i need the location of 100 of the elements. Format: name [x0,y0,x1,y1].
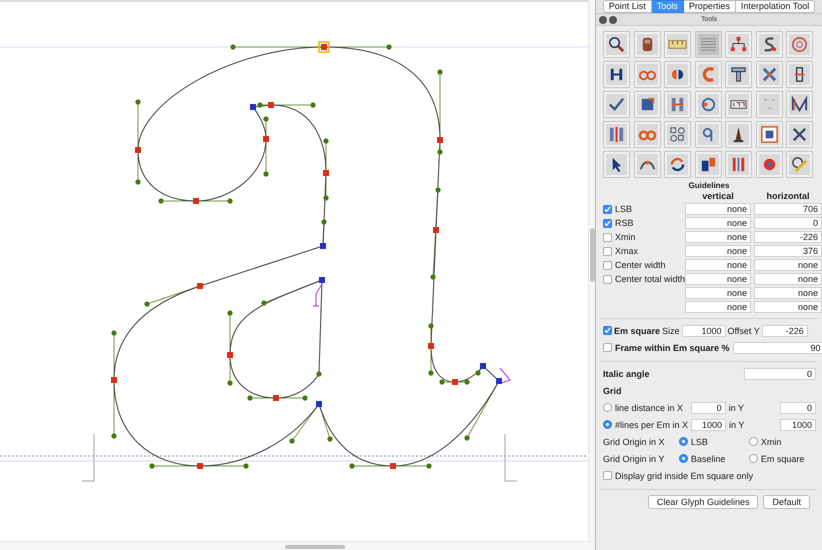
tool-button[interactable] [725,91,752,118]
option-label: Baseline [690,454,726,464]
checkbox[interactable] [603,260,612,270]
tool-button[interactable] [603,151,630,178]
radio-button[interactable] [678,437,688,446]
push-button[interactable]: Clear Glyph Guidelines [648,495,758,509]
guideline-label: Center total width [615,274,686,284]
tool-button[interactable] [694,151,722,178]
value-field[interactable]: 1000 [682,324,726,336]
radio-button[interactable] [748,437,758,446]
radio-button[interactable] [603,420,612,429]
value-field[interactable]: -226 [762,324,808,336]
field-label: Offset Y [728,326,760,336]
framed-square-icon [760,125,778,144]
value-field[interactable]: none [685,245,751,257]
corner-mark [82,434,94,482]
value-field[interactable]: none [754,259,822,271]
value-field[interactable]: 1000 [780,418,816,430]
tab[interactable]: Point List [602,0,652,13]
value-field[interactable]: 0 [754,217,822,229]
horizontal-scrollbar[interactable] [0,541,595,550]
tool-button[interactable] [786,121,813,148]
value-field[interactable]: none [754,301,822,313]
value-field[interactable]: none [754,287,822,299]
tool-button[interactable] [603,61,630,88]
tool-button[interactable] [603,31,630,58]
tool-button[interactable] [756,121,782,148]
tool-button[interactable] [725,121,752,148]
option-label: Frame within Em square % [615,342,730,352]
radio-button[interactable] [748,454,758,463]
value-field[interactable]: none [685,203,751,215]
value-field[interactable]: 376 [754,245,822,257]
checkmark-icon [607,95,626,114]
tab[interactable]: Properties [684,0,736,13]
checkbox[interactable] [603,274,612,284]
value-field[interactable]: none [685,287,751,299]
value-field[interactable]: 0 [744,368,816,380]
tab[interactable]: Interpolation Tool [736,0,816,13]
shapes-icon [668,125,687,144]
value-field[interactable]: 706 [754,203,822,215]
checkbox[interactable] [603,204,612,214]
tool-button[interactable] [634,31,660,58]
value-field[interactable]: none [685,259,751,271]
radio-button[interactable] [678,454,688,463]
option-label: Display grid inside Em square only [615,470,754,480]
section-heading: Grid [603,386,622,396]
column-header: vertical [701,191,735,201]
column-header: horizontal [766,191,810,201]
push-button[interactable]: Default [763,495,810,509]
pencil-icon [790,155,809,174]
checkbox[interactable] [603,232,612,242]
guideline-label: Xmin [615,232,636,242]
corner-mark [504,434,518,482]
refresh-icon [668,155,687,174]
option-label: LSB [690,436,708,446]
checkbox[interactable] [603,246,612,256]
value-field[interactable]: 0 [690,402,726,414]
value-field[interactable]: 0 [780,402,816,414]
field-label: in Y [729,420,746,430]
field-label: Grid Origin in X [603,436,666,446]
tool-button[interactable] [756,31,782,58]
value-field[interactable]: none [685,231,751,243]
vertical-scrollbar[interactable] [588,0,595,541]
pillars-icon [607,125,626,144]
tool-button[interactable] [786,61,813,88]
tool-button[interactable] [664,61,691,88]
radio-button[interactable] [603,403,612,412]
tool-button[interactable] [634,91,660,118]
node-tree-icon [729,35,748,54]
value-field[interactable]: 90 [732,342,822,354]
tool-button[interactable] [786,91,813,118]
guideline-label: LSB [615,204,632,214]
value-field[interactable]: none [685,217,751,229]
tool-button[interactable] [725,61,752,88]
tool-button[interactable] [725,31,752,58]
field-label: Size [662,326,680,336]
glyph-outline-drawing[interactable] [111,41,511,469]
guideline-label: Center width [615,260,666,270]
close-button[interactable] [599,16,607,24]
value-field[interactable]: none [754,273,822,285]
minimize-button[interactable] [609,16,617,24]
value-field[interactable]: none [685,273,751,285]
field-label: in Y [728,402,745,412]
tool-button[interactable] [634,151,660,178]
checkbox[interactable] [603,343,612,352]
value-field[interactable]: 1000 [691,418,726,430]
checkbox[interactable] [603,471,612,480]
tool-button[interactable] [603,91,630,118]
tool-button[interactable] [786,151,813,178]
magnifier-icon [607,35,626,54]
checkbox[interactable] [603,218,612,228]
option-label: line distance in X [615,402,684,412]
guideline-label: RSB [615,218,634,228]
tool-button[interactable] [664,151,691,178]
checkbox[interactable] [603,326,612,335]
value-field[interactable]: none [685,301,751,313]
value-field[interactable]: -226 [754,231,822,243]
option-label: #lines per Em in X [615,420,688,430]
tool-button[interactable] [664,121,691,148]
zigzag-icon [790,95,809,114]
